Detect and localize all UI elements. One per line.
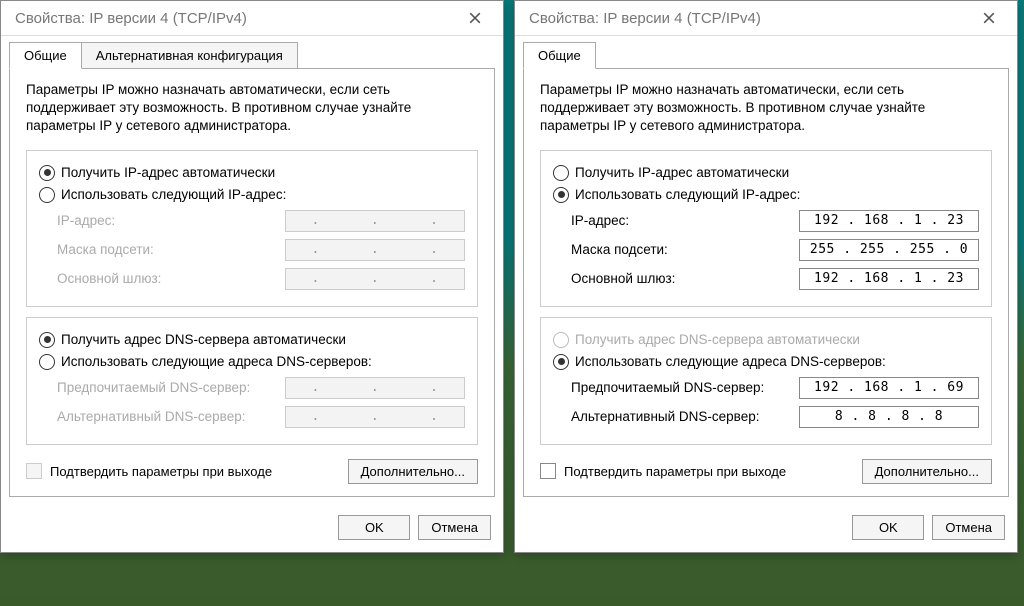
close-icon <box>469 12 481 24</box>
radio-label: Использовать следующий IP-адрес: <box>575 187 800 202</box>
radio-label: Использовать следующие адреса DNS-сервер… <box>61 354 372 369</box>
label-dns2: Альтернативный DNS-сервер: <box>57 409 285 424</box>
radio-dns-manual[interactable]: Использовать следующие адреса DNS-сервер… <box>39 354 465 370</box>
radio-dns-auto[interactable]: Получить адрес DNS-сервера автоматически <box>39 332 465 348</box>
checkbox-validate[interactable] <box>540 463 556 479</box>
ipv4-properties-dialog-left: Свойства: IP версии 4 (TCP/IPv4) Общие А… <box>0 0 504 553</box>
input-dns2[interactable]: 8 . 8 . 8 . 8 <box>799 406 979 428</box>
dns-group: Получить адрес DNS-сервера автоматически… <box>540 317 992 445</box>
label-dns2: Альтернативный DNS-сервер: <box>571 409 799 424</box>
radio-icon <box>553 165 569 181</box>
tab-alt-config[interactable]: Альтернативная конфигурация <box>81 42 298 69</box>
dns-group: Получить адрес DNS-сервера автоматически… <box>26 317 478 445</box>
titlebar: Свойства: IP версии 4 (TCP/IPv4) <box>1 1 503 36</box>
advanced-button[interactable]: Дополнительно... <box>862 459 992 484</box>
ok-button[interactable]: OK <box>338 515 410 540</box>
window-title: Свойства: IP версии 4 (TCP/IPv4) <box>529 10 967 27</box>
label-dns1: Предпочитаемый DNS-сервер: <box>57 380 285 395</box>
input-gateway[interactable]: 192 . 168 . 1 . 23 <box>799 268 979 290</box>
window-title: Свойства: IP версии 4 (TCP/IPv4) <box>15 10 453 27</box>
radio-ip-manual[interactable]: Использовать следующий IP-адрес: <box>39 187 465 203</box>
input-ip: ... <box>285 210 465 232</box>
radio-label: Использовать следующий IP-адрес: <box>61 187 286 202</box>
radio-icon <box>39 187 55 203</box>
label-ip: IP-адрес: <box>57 213 285 228</box>
radio-icon <box>39 332 55 348</box>
radio-label: Использовать следующие адреса DNS-сервер… <box>575 354 886 369</box>
input-dns2: ... <box>285 406 465 428</box>
radio-icon <box>553 354 569 370</box>
radio-label: Получить IP-адрес автоматически <box>61 165 275 180</box>
checkbox-validate[interactable] <box>26 463 42 479</box>
input-ip[interactable]: 192 . 168 . 1 . 23 <box>799 210 979 232</box>
label-mask: Маска подсети: <box>571 242 799 257</box>
tab-general[interactable]: Общие <box>9 42 82 69</box>
tabstrip: Общие <box>523 42 1009 69</box>
ip-group: Получить IP-адрес автоматически Использо… <box>540 150 992 307</box>
tab-general[interactable]: Общие <box>523 42 596 69</box>
tab-pane: Параметры IP можно назначать автоматичес… <box>9 68 495 497</box>
label-dns1: Предпочитаемый DNS-сервер: <box>571 380 799 395</box>
radio-dns-auto: Получить адрес DNS-сервера автоматически <box>553 332 979 348</box>
ipv4-properties-dialog-right: Свойства: IP версии 4 (TCP/IPv4) Общие П… <box>514 0 1018 553</box>
radio-ip-auto[interactable]: Получить IP-адрес автоматически <box>553 165 979 181</box>
ok-button[interactable]: OK <box>852 515 924 540</box>
intro-text: Параметры IP можно назначать автоматичес… <box>26 81 478 136</box>
label-validate: Подтвердить параметры при выходе <box>564 464 786 479</box>
input-gateway: ... <box>285 268 465 290</box>
dialog-footer: OK Отмена <box>1 505 503 552</box>
label-mask: Маска подсети: <box>57 242 285 257</box>
radio-icon <box>39 354 55 370</box>
radio-icon <box>553 187 569 203</box>
intro-text: Параметры IP можно назначать автоматичес… <box>540 81 992 136</box>
bottom-row: Подтвердить параметры при выходе Дополни… <box>26 459 478 484</box>
input-dns1: ... <box>285 377 465 399</box>
radio-label: Получить адрес DNS-сервера автоматически <box>61 332 346 347</box>
label-gateway: Основной шлюз: <box>571 271 799 286</box>
advanced-button[interactable]: Дополнительно... <box>348 459 478 484</box>
tab-pane: Параметры IP можно назначать автоматичес… <box>523 68 1009 497</box>
label-gateway: Основной шлюз: <box>57 271 285 286</box>
bottom-row: Подтвердить параметры при выходе Дополни… <box>540 459 992 484</box>
cancel-button[interactable]: Отмена <box>932 515 1005 540</box>
input-mask: ... <box>285 239 465 261</box>
dialog-footer: OK Отмена <box>515 505 1017 552</box>
radio-label: Получить IP-адрес автоматически <box>575 165 789 180</box>
radio-ip-auto[interactable]: Получить IP-адрес автоматически <box>39 165 465 181</box>
cancel-button[interactable]: Отмена <box>418 515 491 540</box>
input-dns1[interactable]: 192 . 168 . 1 . 69 <box>799 377 979 399</box>
close-button[interactable] <box>967 4 1011 32</box>
tabstrip: Общие Альтернативная конфигурация <box>9 42 495 69</box>
label-ip: IP-адрес: <box>571 213 799 228</box>
input-mask[interactable]: 255 . 255 . 255 . 0 <box>799 239 979 261</box>
radio-icon <box>553 332 569 348</box>
radio-icon <box>39 165 55 181</box>
close-icon <box>983 12 995 24</box>
titlebar: Свойства: IP версии 4 (TCP/IPv4) <box>515 1 1017 36</box>
label-validate: Подтвердить параметры при выходе <box>50 464 272 479</box>
ip-group: Получить IP-адрес автоматически Использо… <box>26 150 478 307</box>
close-button[interactable] <box>453 4 497 32</box>
radio-dns-manual[interactable]: Использовать следующие адреса DNS-сервер… <box>553 354 979 370</box>
radio-ip-manual[interactable]: Использовать следующий IP-адрес: <box>553 187 979 203</box>
radio-label: Получить адрес DNS-сервера автоматически <box>575 332 860 347</box>
